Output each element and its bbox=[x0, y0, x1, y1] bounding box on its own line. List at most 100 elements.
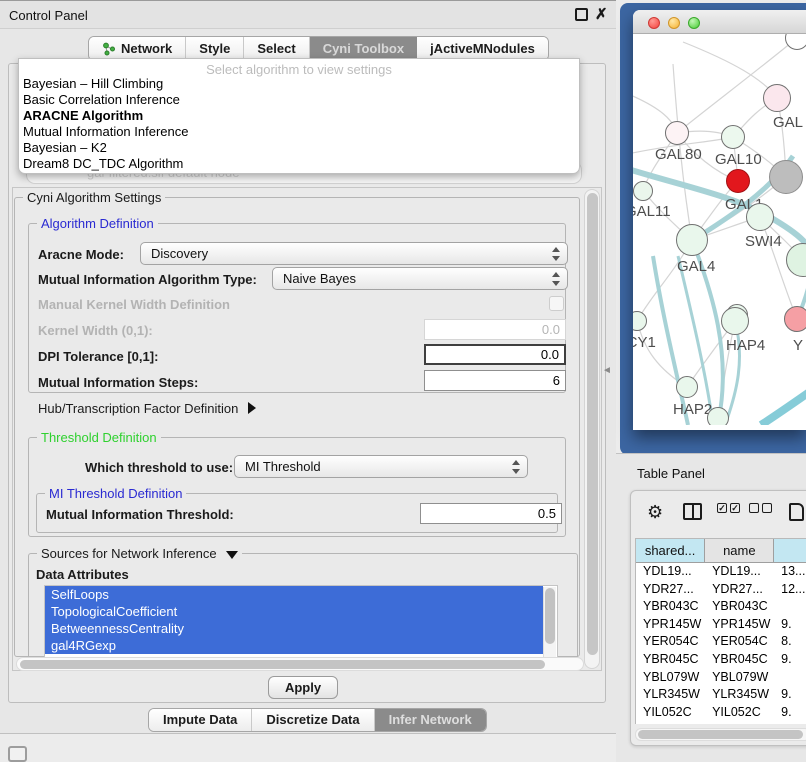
control-panel-titlebar[interactable]: Control Panel ✗ bbox=[0, 1, 616, 29]
table-row[interactable]: YLR345WYLR345W9. bbox=[636, 686, 806, 704]
tab-impute-data[interactable]: Impute Data bbox=[149, 709, 252, 731]
network-icon bbox=[102, 42, 116, 56]
network-node-swi4[interactable] bbox=[746, 203, 774, 231]
node-table[interactable]: shared...name YDL19...YDL19...13...YDR27… bbox=[635, 538, 806, 724]
tab-label: Network bbox=[121, 41, 172, 56]
table-cell bbox=[774, 598, 806, 616]
tab-cyni-toolbox[interactable]: Cyni Toolbox bbox=[310, 37, 417, 60]
cyni-bottom-tabs: Impute DataDiscretize DataInfer Network bbox=[148, 708, 487, 732]
network-node-gal11[interactable] bbox=[633, 181, 653, 201]
deselect-all-checks-icon[interactable] bbox=[749, 503, 772, 513]
mi-type-combobox[interactable]: Naive Bayes bbox=[272, 267, 568, 290]
data-attributes-label: Data Attributes bbox=[36, 567, 129, 582]
table-cell: YBR045C bbox=[636, 651, 705, 669]
table-horizontal-scrollbar[interactable] bbox=[635, 728, 806, 741]
tab-infer-network[interactable]: Infer Network bbox=[375, 709, 486, 731]
node-label-gcy1: GCY1 bbox=[633, 334, 656, 351]
attribute-item[interactable]: gal4RGexp bbox=[45, 637, 543, 654]
table-cell: 9. bbox=[774, 616, 806, 634]
network-node-gal[interactable] bbox=[763, 84, 791, 112]
gear-icon[interactable]: ⚙ bbox=[647, 503, 663, 521]
data-attributes-list[interactable]: SelfLoopsTopologicalCoefficientBetweenne… bbox=[44, 585, 558, 658]
control-panel-title: Control Panel bbox=[9, 8, 88, 23]
mi-threshold-field[interactable]: 0.5 bbox=[420, 503, 562, 524]
attribute-item[interactable]: BetweennessCentrality bbox=[45, 620, 543, 637]
dpi-tolerance-label: DPI Tolerance [0,1]: bbox=[38, 349, 158, 364]
close-window-icon[interactable]: ✗ bbox=[595, 8, 608, 21]
network-node-gal4[interactable] bbox=[676, 224, 708, 256]
tab-discretize-data[interactable]: Discretize Data bbox=[252, 709, 374, 731]
mac-close-icon[interactable] bbox=[648, 17, 660, 29]
network-node[interactable] bbox=[769, 160, 803, 194]
dpi-tolerance-field[interactable]: 0.0 bbox=[424, 344, 566, 365]
settings-hscroll-thumb[interactable] bbox=[20, 660, 545, 669]
tab-jactivemnodules[interactable]: jActiveMNodules bbox=[417, 37, 548, 60]
table-row[interactable]: YIL052CYIL052C9. bbox=[636, 704, 806, 722]
attribute-item[interactable]: SelfLoops bbox=[45, 586, 543, 603]
table-cell: YER054C bbox=[705, 633, 774, 651]
tab-select[interactable]: Select bbox=[244, 37, 309, 60]
aracne-mode-label: Aracne Mode: bbox=[38, 247, 124, 262]
apply-button[interactable]: Apply bbox=[268, 676, 338, 699]
algorithm-option[interactable]: Bayesian – K2 bbox=[19, 140, 579, 156]
sources-group-title[interactable]: Sources for Network Inference bbox=[37, 546, 242, 561]
manual-kernel-checkbox[interactable] bbox=[549, 296, 564, 311]
network-node-hap2[interactable] bbox=[676, 376, 698, 398]
network-node[interactable] bbox=[707, 407, 729, 425]
splitter-arrow-icon[interactable]: ◄ bbox=[602, 365, 612, 376]
columns-icon[interactable] bbox=[683, 503, 702, 520]
algorithm-option[interactable]: Bayesian – Hill Climbing bbox=[19, 76, 579, 92]
table-row[interactable]: YPR145WYPR145W9. bbox=[636, 616, 806, 634]
network-node-gal10[interactable] bbox=[721, 125, 745, 149]
column-header-clipped[interactable] bbox=[774, 539, 806, 563]
settings-vertical-scrollbar[interactable] bbox=[584, 189, 600, 669]
network-window[interactable]: GALGAL80GAL10GAL1GAL11SWI4GAL4GCY1HAP4YH… bbox=[633, 10, 806, 430]
table-row[interactable]: YDL19...YDL19...13... bbox=[636, 563, 806, 581]
attribute-item[interactable]: TopologicalCoefficient bbox=[45, 603, 543, 620]
algorithm-option[interactable]: Mutual Information Inference bbox=[19, 124, 579, 140]
network-window-titlebar[interactable] bbox=[633, 10, 806, 34]
stepper-icon bbox=[551, 246, 560, 262]
kernel-width-field[interactable]: 0.0 bbox=[424, 319, 566, 340]
algorithm-option[interactable]: Dream8 DC_TDC Algorithm bbox=[19, 156, 579, 172]
column-header-name[interactable]: name bbox=[705, 539, 774, 563]
select-all-checks-icon[interactable]: ✓✓ bbox=[717, 503, 740, 513]
attributes-scrollbar-thumb[interactable] bbox=[545, 588, 555, 644]
network-node-gal1[interactable] bbox=[726, 169, 750, 193]
settings-vscroll-thumb[interactable] bbox=[587, 193, 598, 655]
aracne-mode-combobox[interactable]: Discovery bbox=[140, 242, 568, 265]
algorithm-option[interactable]: ARACNE Algorithm bbox=[19, 108, 579, 124]
network-canvas[interactable]: GALGAL80GAL10GAL1GAL11SWI4GAL4GCY1HAP4YH… bbox=[633, 34, 806, 425]
column-header-shared[interactable]: shared... bbox=[636, 539, 705, 563]
attributes-scrollbar[interactable] bbox=[543, 587, 556, 658]
table-cell: YIL052C bbox=[636, 704, 705, 722]
which-threshold-combobox[interactable]: MI Threshold bbox=[234, 455, 528, 478]
table-hscroll-thumb[interactable] bbox=[638, 730, 803, 739]
table-row[interactable]: YBR043CYBR043C bbox=[636, 598, 806, 616]
network-node-y[interactable] bbox=[784, 306, 806, 332]
tab-label: Select bbox=[257, 41, 295, 56]
table-row[interactable]: YER054CYER054C8. bbox=[636, 633, 806, 651]
tab-label: jActiveMNodules bbox=[430, 41, 535, 56]
table-cell: YBR043C bbox=[636, 598, 705, 616]
table-cell: YIL052C bbox=[705, 704, 774, 722]
table-cell: YDL19... bbox=[705, 563, 774, 581]
network-node-gal80[interactable] bbox=[665, 121, 689, 145]
kernel-width-label: Kernel Width (0,1): bbox=[38, 323, 153, 338]
mac-minimize-icon[interactable] bbox=[668, 17, 680, 29]
mi-steps-field[interactable]: 6 bbox=[424, 370, 566, 391]
hub-definition-toggle[interactable]: Hub/Transcription Factor Definition bbox=[38, 401, 256, 416]
mac-zoom-icon[interactable] bbox=[688, 17, 700, 29]
collapse-corner-button[interactable] bbox=[8, 746, 27, 762]
table-row[interactable]: YBL079WYBL079W bbox=[636, 669, 806, 687]
document-icon[interactable] bbox=[789, 503, 804, 521]
algorithm-option[interactable]: Basic Correlation Inference bbox=[19, 92, 579, 108]
node-label-y: Y bbox=[793, 337, 803, 354]
table-row[interactable]: YBR045CYBR045C9. bbox=[636, 651, 806, 669]
float-window-icon[interactable] bbox=[575, 8, 588, 21]
table-row[interactable]: YDR27...YDR27...12... bbox=[636, 581, 806, 599]
tab-network[interactable]: Network bbox=[89, 37, 186, 60]
settings-horizontal-scrollbar[interactable] bbox=[16, 657, 584, 671]
tab-style[interactable]: Style bbox=[186, 37, 244, 60]
network-node-hap4[interactable] bbox=[721, 307, 749, 335]
